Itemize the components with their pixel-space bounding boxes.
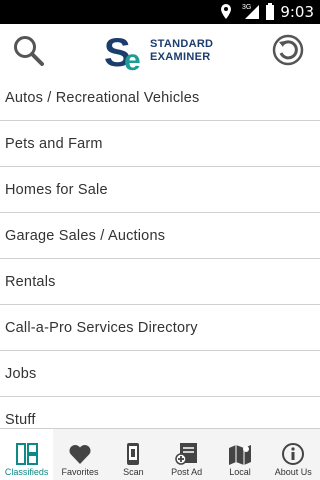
category-item-call-a-pro[interactable]: Call-a-Pro Services Directory [0,305,320,351]
tab-local[interactable]: Local [213,429,266,480]
battery-icon [266,3,274,20]
heart-icon [69,444,91,464]
category-label: Stuff [5,411,36,427]
category-label: Jobs [5,365,37,382]
map-icon [228,445,251,465]
tab-label: Classifieds [4,467,49,477]
logo-line-1: STANDARD [150,38,214,50]
info-icon [282,443,305,465]
category-item-pets-farm[interactable]: Pets and Farm [0,121,320,167]
category-item-stuff[interactable]: Stuff [0,397,320,427]
category-item-garage-sales[interactable]: Garage Sales / Auctions [0,213,320,259]
tab-label: About Us [274,467,312,477]
category-label: Call-a-Pro Services Directory [5,319,198,336]
category-item-rentals[interactable]: Rentals [0,259,320,305]
category-item-autos[interactable]: Autos / Recreational Vehicles [0,76,320,121]
search-button[interactable] [10,32,46,68]
category-label: Autos / Recreational Vehicles [5,90,200,106]
category-label: Pets and Farm [5,135,103,152]
tab-scan[interactable]: Scan [107,429,160,480]
se-logo-mark: S e [104,31,141,74]
classifieds-icon [15,443,38,465]
category-label: Homes for Sale [5,181,108,198]
refresh-button[interactable] [270,32,306,68]
tab-favorites[interactable]: Favorites [53,429,106,480]
status-bar: 3G 9:03 [0,0,320,24]
tab-label: Scan [123,467,144,477]
post-ad-icon [174,443,197,465]
logo-line-2: EXAMINER [150,51,211,63]
tab-classifieds[interactable]: Classifieds [0,429,54,480]
category-list: Autos / Recreational Vehicles Pets and F… [0,76,320,426]
category-item-homes[interactable]: Homes for Sale [0,167,320,213]
scan-phone-icon [127,443,140,465]
search-icon [14,36,44,66]
tab-label: Post Ad [171,467,203,477]
tab-label: Local [229,467,251,477]
category-label: Rentals [5,273,56,290]
refresh-icon [272,34,304,66]
tab-about-us[interactable]: About Us [267,429,320,480]
clock: 9:03 [280,3,314,21]
tab-label: Favorites [61,467,99,477]
standard-examiner-logo: S e STANDARD EXAMINER [104,30,224,74]
svg-text:e: e [124,44,141,74]
bottom-tab-bar: Classifieds Favorites Scan Post Ad Local… [0,428,320,480]
signal-icon [245,5,259,19]
tab-post-ad[interactable]: Post Ad [160,429,213,480]
app-header: S e STANDARD EXAMINER [0,24,320,76]
location-icon [221,4,231,19]
category-label: Garage Sales / Auctions [5,227,166,244]
category-item-jobs[interactable]: Jobs [0,351,320,397]
